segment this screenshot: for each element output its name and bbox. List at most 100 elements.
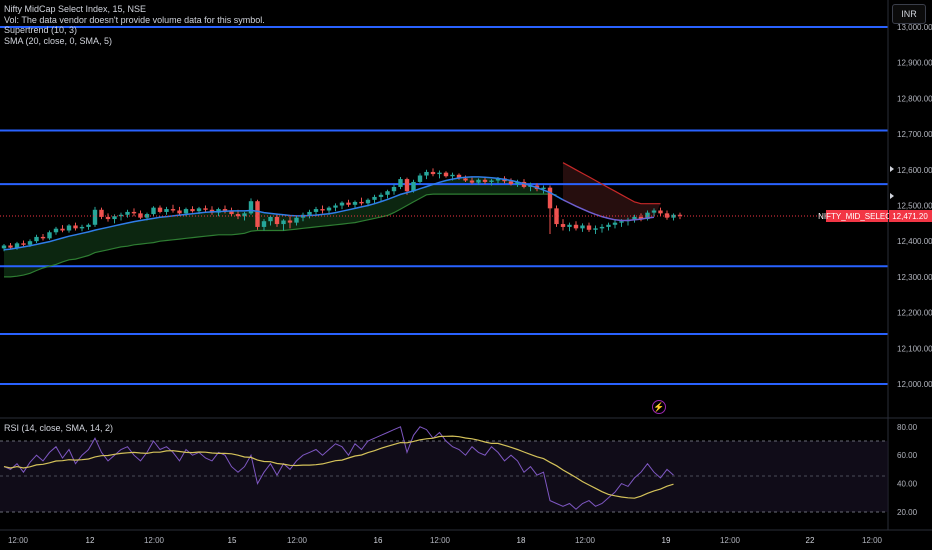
- candle[interactable]: [183, 209, 189, 214]
- candle[interactable]: [658, 210, 663, 214]
- candle[interactable]: [196, 208, 202, 212]
- candle[interactable]: [580, 225, 585, 229]
- price-tick-label: 12,700.00: [897, 130, 932, 139]
- candle[interactable]: [476, 179, 481, 183]
- time-tick-label: 22: [806, 536, 815, 545]
- candle[interactable]: [450, 174, 455, 177]
- price-tick-label: 12,500.00: [897, 202, 932, 211]
- candle[interactable]: [203, 208, 208, 210]
- lightning-bolt-icon[interactable]: ⚡: [652, 400, 666, 414]
- rsi-legend[interactable]: RSI (14, close, SMA, 14, 2): [4, 423, 113, 433]
- time-tick-label: 12:00: [144, 536, 165, 545]
- candle[interactable]: [372, 196, 377, 200]
- candle[interactable]: [339, 202, 345, 206]
- candle[interactable]: [606, 224, 611, 227]
- candle[interactable]: [40, 236, 46, 239]
- candle[interactable]: [463, 178, 468, 181]
- candle[interactable]: [164, 209, 169, 212]
- candle[interactable]: [547, 187, 553, 209]
- candle[interactable]: [346, 202, 351, 205]
- candle[interactable]: [157, 207, 163, 212]
- candle[interactable]: [333, 205, 338, 208]
- candle[interactable]: [1, 245, 7, 249]
- candle[interactable]: [79, 226, 85, 229]
- candle[interactable]: [404, 179, 410, 192]
- candle[interactable]: [66, 225, 72, 231]
- currency-button[interactable]: INR: [892, 4, 926, 24]
- candle[interactable]: [261, 221, 267, 227]
- candle[interactable]: [313, 209, 319, 212]
- price-tick-label: 12,300.00: [897, 273, 932, 282]
- candle[interactable]: [53, 228, 59, 233]
- candle[interactable]: [385, 191, 390, 195]
- candle[interactable]: [47, 232, 52, 239]
- candle[interactable]: [359, 201, 364, 204]
- candle[interactable]: [482, 179, 488, 182]
- candle[interactable]: [60, 228, 65, 231]
- candle[interactable]: [92, 209, 98, 225]
- candle[interactable]: [430, 171, 436, 175]
- candle[interactable]: [443, 172, 449, 177]
- candle[interactable]: [573, 224, 579, 229]
- candle[interactable]: [151, 207, 156, 215]
- candle[interactable]: [34, 236, 39, 242]
- candle[interactable]: [365, 199, 371, 204]
- candle[interactable]: [599, 226, 605, 229]
- candle[interactable]: [177, 210, 182, 214]
- candle[interactable]: [8, 245, 13, 248]
- time-tick-label: 12: [86, 536, 95, 545]
- candle[interactable]: [248, 201, 254, 214]
- candle[interactable]: [281, 220, 286, 225]
- candle[interactable]: [593, 228, 598, 230]
- last-price-value: 12,471.20: [892, 212, 928, 221]
- candle[interactable]: [508, 181, 514, 185]
- supertrend-legend[interactable]: Supertrend (10, 3): [4, 25, 265, 36]
- candle[interactable]: [398, 179, 403, 187]
- candle[interactable]: [424, 171, 429, 176]
- candle[interactable]: [391, 186, 397, 192]
- candle[interactable]: [560, 224, 566, 227]
- sma-legend[interactable]: SMA (20, close, 0, SMA, 5): [4, 36, 265, 47]
- candle[interactable]: [112, 216, 117, 220]
- candle[interactable]: [131, 211, 137, 214]
- candle[interactable]: [352, 201, 358, 205]
- candle[interactable]: [105, 216, 111, 220]
- candle[interactable]: [268, 216, 273, 222]
- candle[interactable]: [612, 222, 618, 225]
- candle[interactable]: [437, 172, 442, 175]
- candle[interactable]: [664, 213, 670, 218]
- candle[interactable]: [255, 201, 260, 227]
- candle[interactable]: [320, 209, 325, 211]
- trading-chart[interactable]: 13,000.00 12,900.00 12,800.00 12,700.00 12,6…: [0, 0, 932, 550]
- candle[interactable]: [287, 220, 293, 223]
- candle[interactable]: [73, 225, 78, 229]
- candle[interactable]: [27, 241, 33, 245]
- candle[interactable]: [294, 217, 299, 223]
- candle[interactable]: [469, 180, 475, 183]
- time-tick-label: 12:00: [8, 536, 29, 545]
- candle[interactable]: [619, 221, 624, 223]
- rsi-tick-label: 80.00: [897, 423, 918, 432]
- candle[interactable]: [378, 194, 384, 197]
- candle[interactable]: [586, 225, 592, 230]
- candle[interactable]: [489, 180, 494, 182]
- candle[interactable]: [86, 224, 91, 227]
- symbol-title[interactable]: Nifty MidCap Select Index, 15, NSE: [4, 4, 265, 15]
- candle[interactable]: [417, 175, 423, 182]
- price-tick-label: 12,200.00: [897, 309, 932, 318]
- candle[interactable]: [21, 243, 26, 245]
- candle[interactable]: [274, 216, 280, 225]
- price-tick-label: 12,400.00: [897, 237, 932, 246]
- candle[interactable]: [651, 210, 657, 213]
- candle[interactable]: [170, 209, 176, 211]
- candle[interactable]: [125, 211, 130, 215]
- candle[interactable]: [326, 207, 332, 211]
- time-tick-label: 12:00: [287, 536, 308, 545]
- candle[interactable]: [567, 224, 572, 227]
- candle[interactable]: [138, 213, 143, 218]
- candle[interactable]: [190, 209, 195, 212]
- candle[interactable]: [307, 211, 312, 215]
- time-tick-label: 16: [374, 536, 383, 545]
- rsi-tick-label: 40.00: [897, 480, 918, 489]
- time-tick-label: 15: [228, 536, 237, 545]
